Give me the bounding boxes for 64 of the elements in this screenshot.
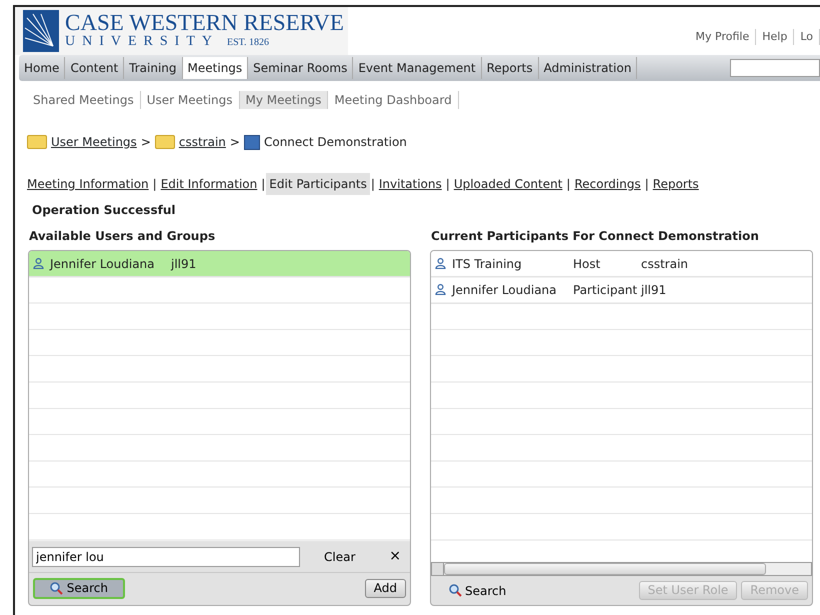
person-icon [435, 258, 446, 270]
nav-tab[interactable]: Administration [538, 57, 638, 79]
subnav-link[interactable]: My Meetings [240, 91, 328, 109]
breadcrumb-link[interactable]: User Meetings [51, 133, 137, 151]
section-tab[interactable]: Reports [650, 173, 702, 195]
header-link[interactable]: Help [756, 28, 794, 45]
folder-icon [154, 135, 175, 149]
tab-separator: | [152, 176, 158, 193]
tab-separator: | [444, 176, 451, 193]
participant-row[interactable]: ITS Training Host csstrain [431, 251, 812, 278]
user-name: Jennifer Loudiana [50, 256, 156, 273]
nav-tab[interactable]: Reports [482, 57, 539, 79]
search-field[interactable] [730, 59, 820, 77]
nav-tab[interactable]: Seminar Rooms [248, 57, 354, 79]
search-icon [449, 584, 462, 597]
header-link[interactable]: Lo [794, 28, 820, 45]
tab-separator: | [565, 176, 572, 193]
section-tab[interactable]: Meeting Information [24, 173, 152, 195]
participant-login: csstrain [641, 256, 688, 273]
tab-separator: | [644, 176, 650, 193]
search-button[interactable]: Search [33, 578, 125, 599]
panel-title: Available Users and Groups [28, 228, 216, 245]
participant-row[interactable]: Jennifer Loudiana Participant jll91 [431, 277, 812, 304]
search-button[interactable]: Search [435, 582, 520, 600]
nav-tab[interactable]: Meetings [182, 57, 248, 79]
person-icon [435, 284, 446, 296]
participant-name: Jennifer Loudiana [452, 282, 558, 299]
header-link[interactable]: My Profile [690, 28, 756, 45]
breadcrumb-separator: > [230, 134, 240, 151]
logo-title: CASE WESTERN RESERVE [65, 12, 344, 34]
subnav-link[interactable]: Meeting Dashboard [328, 91, 459, 109]
nav-tab[interactable]: Home [19, 57, 66, 79]
meeting-icon [244, 134, 260, 150]
panel-title: Current Participants For Connect Demonstration [430, 228, 760, 245]
participant-role: Participant [573, 282, 635, 299]
nav-tab[interactable]: Content [65, 57, 124, 79]
participant-name: ITS Training [452, 256, 523, 273]
folder-icon [27, 135, 47, 149]
person-icon [33, 258, 44, 270]
section-tab[interactable]: Recordings [571, 173, 644, 195]
breadcrumb-separator: > [140, 134, 151, 151]
participant-role: Host [573, 256, 602, 273]
search-field[interactable]: jennifer lou [32, 546, 300, 566]
tab-separator: | [260, 176, 266, 193]
breadcrumb-current: Connect Demonstration [264, 134, 407, 151]
status-message: Operation Successful [32, 202, 176, 219]
user-login: jll91 [171, 256, 196, 273]
section-tab[interactable]: Uploaded Content [450, 173, 566, 195]
tab-separator: | [370, 176, 376, 193]
horizontal-scrollbar[interactable] [431, 562, 812, 576]
search-icon [50, 582, 63, 596]
subnav-link[interactable]: Shared Meetings [27, 91, 141, 109]
participant-login: jll91 [641, 282, 666, 299]
add-button[interactable]: Add [364, 579, 406, 598]
nav-tab[interactable]: Event Management [353, 57, 482, 79]
clear-button[interactable]: Clear [318, 546, 362, 566]
section-tab[interactable]: Edit Participants [266, 173, 370, 195]
close-button[interactable]: × [383, 546, 407, 567]
section-tab[interactable]: Edit Information [158, 173, 260, 195]
section-tab[interactable]: Invitations [376, 173, 445, 195]
logo-subtitle: UNIVERSITY [65, 34, 219, 48]
user-row[interactable]: Jennifer Loudiana jll91 [29, 251, 410, 278]
breadcrumb-link[interactable]: csstrain [178, 133, 226, 151]
logo-established: EST. 1826 [227, 36, 270, 48]
